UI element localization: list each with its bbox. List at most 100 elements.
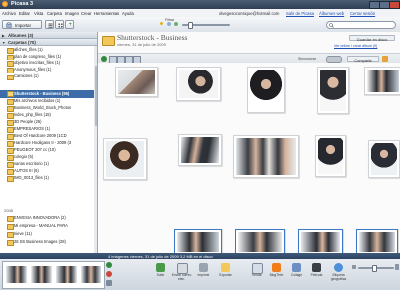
tray-thumbnail[interactable] xyxy=(31,266,52,283)
photo-thumbnail[interactable] xyxy=(103,138,147,180)
photo-thumbnail-selected[interactable] xyxy=(298,229,343,253)
folder-icon xyxy=(7,141,14,147)
folder-item[interactable]: colegio (5) xyxy=(0,154,97,161)
folder-item[interactable]: index_php_files (15) xyxy=(0,112,97,119)
folder-item[interactable]: PEUGEOT 207 cc (10) xyxy=(0,147,97,154)
sidebar-scroll-thumb[interactable] xyxy=(94,66,97,126)
photo-thumbnail[interactable] xyxy=(315,135,346,177)
menu-herramientas[interactable]: Herramientas xyxy=(94,11,119,16)
save-to-disk-button[interactable]: Guardar en disco xyxy=(349,35,395,42)
export-label: Exportar xyxy=(219,273,232,277)
tray-thumbnail[interactable] xyxy=(6,266,27,283)
tray-thumbnail[interactable] xyxy=(81,266,101,283)
star-filter-icon[interactable] xyxy=(160,22,163,25)
map-filter-icon[interactable] xyxy=(174,22,178,26)
movie-label: Película xyxy=(310,273,323,277)
photo-thumbnail[interactable] xyxy=(115,67,158,97)
photo-thumbnail[interactable] xyxy=(247,67,285,113)
play-slideshow-icon[interactable] xyxy=(101,56,107,62)
account-email: olvegesoconsique@hotmail.com xyxy=(219,10,280,16)
upload-button[interactable]: Subir xyxy=(152,262,169,289)
folders-section-header[interactable]: ▼ Carpetas (70) xyxy=(0,39,97,46)
folder-item[interactable]: varias escritorio (1) xyxy=(0,161,97,168)
web-albums-link[interactable]: Álbumes web xyxy=(319,11,344,16)
menu-editar[interactable]: Editar xyxy=(19,11,30,16)
share-icon[interactable] xyxy=(382,56,388,62)
folder-item[interactable]: ENVESIA INNOVADORA (2) xyxy=(0,215,97,222)
menu-vista[interactable]: Vista xyxy=(34,11,43,16)
folder-item-selected[interactable]: Shutterstock - Business (95) xyxy=(0,90,97,98)
blogthis-button[interactable]: BlogThis! xyxy=(268,262,285,289)
folder-item[interactable]: AUTOS III (6) xyxy=(0,168,97,175)
sync-label[interactable]: Sincronizar xyxy=(298,57,316,61)
web-album-link[interactable]: Ver online / crear álbum (0) xyxy=(334,44,377,48)
folder-label: PEUGEOT 207 cc (10) xyxy=(14,147,56,152)
photo-thumbnail[interactable] xyxy=(176,67,221,101)
selected-photos-tray[interactable] xyxy=(2,261,105,289)
folder-item[interactable]: Business_World_Stock_Photos xyxy=(0,105,97,112)
folder-item[interactable]: Best Of Hardcore 2009 (1CD xyxy=(0,133,97,140)
view-tree-button[interactable] xyxy=(55,20,64,29)
share-button[interactable]: Compartir xyxy=(347,55,379,63)
filter-slider-knob[interactable] xyxy=(188,22,193,29)
photo-thumbnail[interactable] xyxy=(368,140,400,178)
photo-thumbnail-selected[interactable] xyxy=(235,229,285,253)
zoom-slider-knob[interactable] xyxy=(372,265,377,272)
view-list-button[interactable] xyxy=(45,20,54,29)
photo-thumbnail-selected[interactable] xyxy=(356,229,398,253)
close-button[interactable] xyxy=(389,1,400,9)
export-button[interactable]: Exportar xyxy=(217,262,234,289)
add-to-album-icon[interactable] xyxy=(106,280,112,286)
folder-item[interactable]: Anonymous_files (1) xyxy=(0,67,97,74)
search-input[interactable] xyxy=(326,21,396,29)
folder-icon xyxy=(7,134,14,140)
upload-icon xyxy=(156,263,165,272)
photo-thumbnail[interactable] xyxy=(317,67,349,114)
collapse-icon: ▼ xyxy=(2,40,6,45)
photo-thumbnail[interactable] xyxy=(364,67,400,95)
import-button[interactable]: Importar xyxy=(2,20,42,29)
albums-section-header[interactable]: ▶ Álbumes (3) xyxy=(0,32,97,39)
upload-label: Subir xyxy=(156,273,165,277)
add-button[interactable]: + xyxy=(65,20,74,29)
folder-item[interactable]: IMG_0013_files (1) xyxy=(0,175,97,182)
clear-icon[interactable] xyxy=(106,271,112,277)
folder-item[interactable]: afiches_files (1) xyxy=(0,47,97,54)
shop-button[interactable]: Tienda xyxy=(248,262,265,289)
folder-item[interactable]: plan de congreso_files (1) xyxy=(0,54,97,61)
folder-item[interactable]: Mis archivos recibidos (1) xyxy=(0,98,97,105)
photo-thumbnail-selected[interactable] xyxy=(174,229,222,253)
folder-item[interactable]: Mi empresa - MANUAL PARA xyxy=(0,223,97,230)
menu-ayuda[interactable]: Ayuda xyxy=(122,11,134,16)
exit-link[interactable]: Salir de Picasa xyxy=(286,11,314,16)
people-filter-icon[interactable] xyxy=(167,22,171,26)
folder-item[interactable]: EMPRESARIOS (1) xyxy=(0,126,97,133)
movie-button[interactable]: Película xyxy=(308,262,325,289)
folder-item[interactable]: 3D People (26) xyxy=(0,119,97,126)
folder-item[interactable]: nieve (11) xyxy=(0,231,97,238)
folder-item[interactable]: Camiones (1) xyxy=(0,73,97,80)
folder-icon xyxy=(7,106,14,112)
menu-archivo[interactable]: Archivo xyxy=(2,11,16,16)
print-button[interactable]: Imprimir xyxy=(195,262,212,289)
email-button[interactable]: Enviar correo elec. xyxy=(172,262,191,289)
sync-toggle[interactable] xyxy=(326,56,342,63)
tray-thumbnail[interactable] xyxy=(56,266,77,283)
sidebar-scrollbar[interactable] xyxy=(94,46,97,253)
folder-item[interactable]: Hardcore Hooligans II - 2009 (3 xyxy=(0,140,97,147)
folder-label: objetivo inscritas_files (1) xyxy=(14,60,60,66)
hold-icon[interactable] xyxy=(106,262,112,268)
geotag-button[interactable]: Etiqueta geográfica xyxy=(330,262,347,289)
menu-carpeta[interactable]: Carpeta xyxy=(47,11,62,16)
photo-grid xyxy=(98,63,400,253)
menu-imagen[interactable]: Imagen xyxy=(65,11,79,16)
photo-thumbnail[interactable] xyxy=(178,134,222,166)
photo-thumbnail[interactable] xyxy=(233,135,299,178)
photo-tray: Subir Enviar correo elec. Imprimir Expor… xyxy=(0,259,400,290)
collage-button[interactable]: Collage xyxy=(288,262,305,289)
sign-out-link[interactable]: Cerrar sesión xyxy=(350,11,375,16)
menu-crear[interactable]: Crear xyxy=(81,11,91,16)
folder-item[interactable]: objetivo inscritas_files (1) xyxy=(0,60,97,67)
folder-item[interactable]: 28 SS Business Images (28) xyxy=(0,239,97,246)
folder-icon xyxy=(7,162,14,168)
